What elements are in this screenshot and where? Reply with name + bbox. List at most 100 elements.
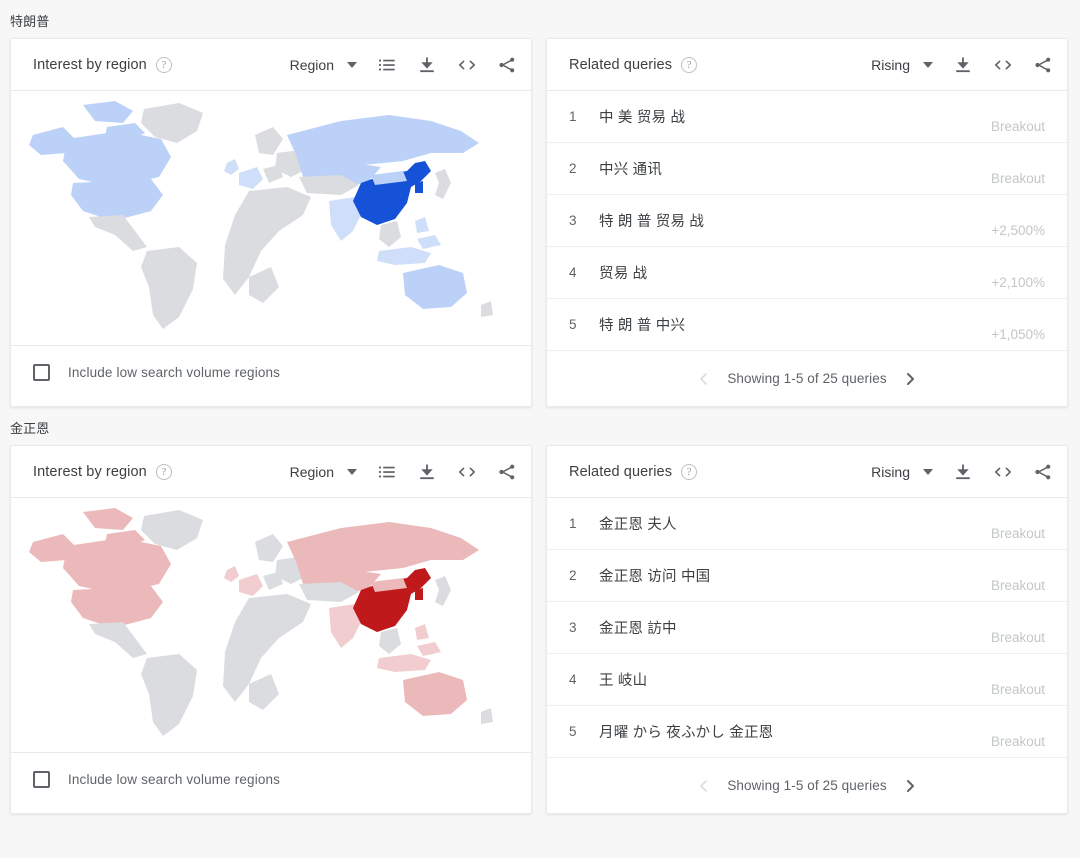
download-icon[interactable] — [417, 462, 437, 482]
query-value: Breakout — [990, 119, 1045, 134]
world-map-svg — [29, 101, 493, 329]
share-icon[interactable] — [1033, 462, 1053, 482]
include-low-volume-checkbox[interactable] — [33, 363, 50, 381]
query-value: +2,500% — [991, 223, 1045, 238]
table-row[interactable]: 5 月曜 から 夜ふかし 金正恩 Breakout — [547, 706, 1067, 758]
region-breakdown-label: Region — [289, 463, 334, 480]
query-term[interactable]: 王 岐山 — [599, 669, 991, 690]
table-row[interactable]: 4 王 岐山 Breakout — [547, 654, 1067, 706]
help-circle-icon[interactable]: ? — [155, 56, 172, 73]
chevron-down-icon — [347, 61, 357, 68]
chevron-left-icon[interactable] — [697, 778, 711, 794]
interest-by-region-card: Interest by region ? Region Include low … — [10, 38, 532, 407]
world-map-red[interactable] — [11, 498, 531, 753]
rank: 3 — [569, 213, 577, 228]
query-value: Breakout — [990, 630, 1045, 645]
world-map-blue[interactable] — [11, 91, 531, 346]
table-row[interactable]: 5 特 朗 普 中兴 +1,050% — [547, 299, 1067, 351]
chevron-right-icon[interactable] — [903, 371, 917, 387]
low-volume-footer: Include low search volume regions — [11, 346, 531, 398]
pagination: Showing 1-5 of 25 queries — [547, 351, 1067, 406]
embed-code-icon[interactable] — [993, 462, 1013, 482]
section-title: 金正恩 — [10, 421, 50, 436]
header-icons — [377, 55, 517, 75]
pagination-label: Showing 1-5 of 25 queries — [727, 371, 887, 386]
world-map-svg — [29, 508, 493, 736]
query-value: Breakout — [990, 526, 1045, 541]
header-icons — [953, 55, 1053, 75]
rank: 3 — [569, 620, 577, 635]
sort-label: Rising — [871, 56, 910, 73]
section-title: 特朗普 — [10, 14, 50, 29]
region-breakdown-select[interactable]: Region — [290, 464, 357, 480]
list-view-icon[interactable] — [377, 462, 397, 482]
help-circle-icon[interactable]: ? — [155, 463, 172, 480]
table-row[interactable]: 4 贸易 战 +2,100% — [547, 247, 1067, 299]
share-icon[interactable] — [497, 462, 517, 482]
query-term[interactable]: 特 朗 普 中兴 — [599, 314, 991, 335]
header-icons — [953, 462, 1053, 482]
rank: 4 — [569, 265, 577, 280]
embed-code-icon[interactable] — [457, 462, 477, 482]
query-value: Breakout — [990, 734, 1045, 749]
cards-row: Interest by region ? Region Include low … — [0, 445, 1080, 814]
chevron-down-icon — [923, 468, 933, 475]
header-icons — [377, 462, 517, 482]
rank: 4 — [569, 672, 577, 687]
trends-page: 特朗普 Interest by region ? Region Include … — [0, 0, 1080, 858]
embed-code-icon[interactable] — [457, 55, 477, 75]
query-term[interactable]: 贸易 战 — [599, 262, 991, 283]
sort-label: Rising — [871, 463, 910, 480]
query-term[interactable]: 金正恩 夫人 — [599, 513, 991, 534]
card-header: Interest by region ? Region — [11, 446, 531, 498]
table-row[interactable]: 3 金正恩 訪中 Breakout — [547, 602, 1067, 654]
query-term[interactable]: 中兴 通讯 — [599, 158, 991, 179]
table-row[interactable]: 3 特 朗 普 贸易 战 +2,500% — [547, 195, 1067, 247]
card-title: Interest by region — [33, 463, 147, 480]
share-icon[interactable] — [1033, 55, 1053, 75]
download-icon[interactable] — [953, 462, 973, 482]
region-breakdown-select[interactable]: Region — [290, 57, 357, 73]
table-row[interactable]: 1 中 美 贸易 战 Breakout — [547, 91, 1067, 143]
chevron-left-icon[interactable] — [697, 371, 711, 387]
embed-code-icon[interactable] — [993, 55, 1013, 75]
query-term[interactable]: 中 美 贸易 战 — [599, 106, 991, 127]
query-term[interactable]: 月曜 から 夜ふかし 金正恩 — [599, 721, 991, 742]
card-title: Related queries — [569, 463, 673, 480]
related-queries-card: Related queries ? Rising — [546, 38, 1068, 407]
rank: 1 — [569, 109, 577, 124]
query-term[interactable]: 特 朗 普 贸易 战 — [599, 210, 991, 231]
help-circle-icon[interactable]: ? — [681, 56, 698, 73]
low-volume-footer: Include low search volume regions — [11, 753, 531, 805]
sort-select[interactable]: Rising — [871, 57, 933, 73]
chevron-right-icon[interactable] — [903, 778, 917, 794]
rank: 2 — [569, 568, 577, 583]
rank: 5 — [569, 724, 577, 739]
card-header: Interest by region ? Region — [11, 39, 531, 91]
sort-select[interactable]: Rising — [871, 464, 933, 480]
download-icon[interactable] — [417, 55, 437, 75]
table-row[interactable]: 1 金正恩 夫人 Breakout — [547, 498, 1067, 550]
card-title: Related queries — [569, 56, 673, 73]
help-circle-icon[interactable]: ? — [681, 463, 698, 480]
section-trump: 特朗普 Interest by region ? Region Include … — [0, 0, 1080, 407]
query-term[interactable]: 金正恩 訪中 — [599, 617, 991, 638]
query-term[interactable]: 金正恩 访问 中国 — [599, 565, 991, 586]
chevron-down-icon — [923, 61, 933, 68]
share-icon[interactable] — [497, 55, 517, 75]
interest-by-region-card: Interest by region ? Region Include low … — [10, 445, 532, 814]
download-icon[interactable] — [953, 55, 973, 75]
query-list: 1 金正恩 夫人 Breakout 2 金正恩 访问 中国 Breakout 3… — [547, 498, 1067, 758]
table-row[interactable]: 2 金正恩 访问 中国 Breakout — [547, 550, 1067, 602]
query-value: +2,100% — [991, 275, 1045, 290]
chevron-down-icon — [347, 468, 357, 475]
include-low-volume-checkbox[interactable] — [33, 770, 50, 788]
pagination-label: Showing 1-5 of 25 queries — [727, 778, 887, 793]
list-view-icon[interactable] — [377, 55, 397, 75]
table-row[interactable]: 2 中兴 通讯 Breakout — [547, 143, 1067, 195]
cards-row: Interest by region ? Region Include low … — [0, 38, 1080, 407]
card-header: Related queries ? Rising — [547, 446, 1067, 498]
section-kim: 金正恩 Interest by region ? Region Include … — [0, 407, 1080, 814]
region-breakdown-label: Region — [289, 56, 334, 73]
query-list: 1 中 美 贸易 战 Breakout 2 中兴 通讯 Breakout 3 特… — [547, 91, 1067, 351]
